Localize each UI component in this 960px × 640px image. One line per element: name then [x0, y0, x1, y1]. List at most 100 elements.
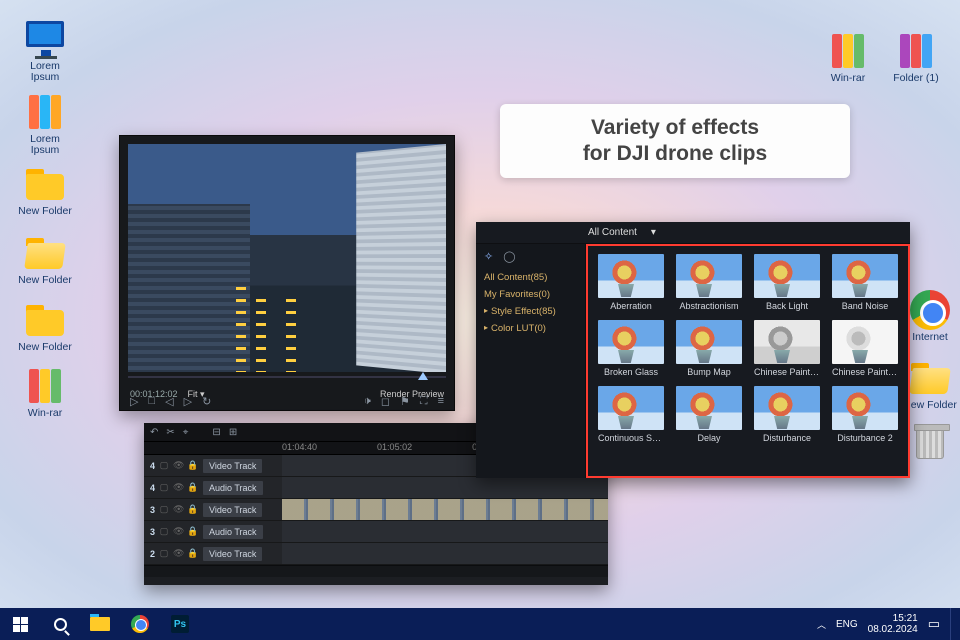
play-icon[interactable]: ▷ — [130, 395, 138, 408]
winrar-icon — [22, 366, 68, 406]
folder-icon — [22, 300, 68, 340]
prev-frame-icon[interactable]: ◁ — [165, 395, 173, 408]
timeline-track[interactable]: 3▢👁🔒Audio Track — [144, 521, 608, 543]
lock-icon[interactable]: 🔒 — [187, 548, 197, 559]
mute-icon[interactable]: ▢ — [159, 526, 169, 537]
track-lane[interactable] — [282, 499, 608, 520]
visibility-icon[interactable]: 👁 — [173, 548, 183, 559]
language-indicator[interactable]: ENG — [836, 619, 858, 630]
desktop-icon-folder[interactable]: Folder (1) — [886, 31, 946, 84]
zoom-out-icon[interactable]: ⊟ — [212, 427, 220, 438]
effects-category[interactable]: My Favorites (0) — [476, 286, 585, 303]
clock[interactable]: 15:21 08.02.2024 — [868, 613, 918, 635]
snapshot-icon[interactable]: ◻ — [381, 395, 390, 408]
track-lane[interactable] — [282, 477, 608, 498]
taskbar: Ps ︿ ENG 15:21 08.02.2024 ▭ — [0, 608, 960, 640]
volume-icon[interactable]: 🕩 — [364, 395, 371, 408]
effect-label: Disturbance — [754, 433, 820, 443]
effect-thumbnail[interactable]: Back Light — [754, 254, 820, 311]
mute-icon[interactable]: ▢ — [159, 460, 169, 471]
folder-open-icon — [907, 358, 953, 398]
marker-icon[interactable]: ⚑ — [400, 395, 410, 408]
effect-thumbnail[interactable]: Chinese Painting — [754, 320, 820, 377]
palette-icon[interactable]: ◯ — [503, 250, 515, 263]
track-type-label: Video Track — [203, 547, 262, 561]
track-lane[interactable] — [282, 521, 608, 542]
effect-label: Back Light — [754, 301, 820, 311]
desktop-icon-folder[interactable]: New Folder — [15, 164, 75, 217]
timeline-track[interactable]: 3▢👁🔒Video Track — [144, 499, 608, 521]
track-type-label: Audio Track — [203, 525, 263, 539]
effect-thumbnail[interactable]: Band Noise — [832, 254, 898, 311]
undo-icon[interactable]: ↶ — [150, 427, 158, 438]
effect-thumbnail[interactable]: Broken Glass — [598, 320, 664, 377]
desktop-icon-winrar[interactable]: Win-rar — [818, 31, 878, 84]
effects-category[interactable]: All Content (85) — [476, 269, 585, 286]
desktop-icon-binders[interactable]: Lorem Ipsum — [15, 92, 75, 156]
effect-thumbnail[interactable]: Chinese Painting — [832, 320, 898, 377]
balloon-thumbnail-icon — [676, 386, 742, 430]
tray-overflow-button[interactable]: ︿ — [817, 618, 826, 631]
cut-icon[interactable]: ✂ — [166, 427, 174, 438]
balloon-thumbnail-icon — [598, 254, 664, 298]
zoom-in-icon[interactable]: ⊞ — [229, 427, 237, 438]
lock-icon[interactable]: 🔒 — [187, 460, 197, 471]
mute-icon[interactable]: ▢ — [159, 548, 169, 559]
start-button[interactable] — [0, 608, 40, 640]
visibility-icon[interactable]: 👁 — [173, 482, 183, 493]
desktop-icon-computer[interactable]: Lorem Ipsum — [15, 19, 75, 83]
taskbar-photoshop[interactable]: Ps — [160, 608, 200, 640]
timeline-scrollbar[interactable] — [144, 565, 608, 577]
lock-icon[interactable]: 🔒 — [187, 504, 197, 515]
timeline-track[interactable]: 2▢👁🔒Video Track — [144, 543, 608, 565]
show-desktop-button[interactable] — [950, 608, 956, 640]
notifications-icon[interactable]: ▭ — [928, 616, 940, 632]
effect-label: Delay — [676, 433, 742, 443]
visibility-icon[interactable]: 👁 — [173, 504, 183, 515]
visibility-icon[interactable]: 👁 — [173, 460, 183, 471]
effect-thumbnail[interactable]: Disturbance 2 — [832, 386, 898, 443]
taskbar-explorer[interactable] — [80, 608, 120, 640]
effect-thumbnail[interactable]: Disturbance — [754, 386, 820, 443]
mute-icon[interactable]: ▢ — [159, 482, 169, 493]
effect-thumbnail[interactable]: Abstractionism — [676, 254, 742, 311]
preview-viewport[interactable] — [128, 144, 446, 372]
effect-label: Abstractionism — [676, 301, 742, 311]
effect-thumbnail[interactable]: Delay — [676, 386, 742, 443]
desktop-icon-folder-open[interactable]: New Folder — [15, 233, 75, 286]
track-index: 4 — [150, 483, 155, 493]
monitor-icon — [22, 19, 68, 59]
mute-icon[interactable]: ▢ — [159, 504, 169, 515]
search-button[interactable] — [40, 608, 80, 640]
effect-thumbnail[interactable]: Bump Map — [676, 320, 742, 377]
effect-label: Disturbance 2 — [832, 433, 898, 443]
stop-icon[interactable]: □ — [148, 395, 155, 408]
taskbar-chrome[interactable] — [120, 608, 160, 640]
settings-icon[interactable]: ≡ — [438, 395, 444, 408]
track-index: 3 — [150, 505, 155, 515]
folder-open-icon — [22, 233, 68, 273]
effects-category[interactable]: Color LUT (0) — [476, 320, 585, 337]
effects-category[interactable]: Style Effect (85) — [476, 303, 585, 320]
next-frame-icon[interactable]: ▷ — [184, 395, 192, 408]
fullscreen-icon[interactable]: ⛶ — [420, 395, 428, 408]
lock-icon[interactable]: 🔒 — [187, 482, 197, 493]
visibility-icon[interactable]: 👁 — [173, 526, 183, 537]
effect-thumbnail[interactable]: Continuous Shoot... — [598, 386, 664, 443]
effect-label: Broken Glass — [598, 367, 664, 377]
content-filter-dropdown[interactable]: All Content▾ — [588, 227, 656, 238]
track-lane[interactable] — [282, 543, 608, 564]
effect-thumbnail[interactable]: Aberration — [598, 254, 664, 311]
photoshop-icon: Ps — [171, 615, 189, 633]
desktop-icon-winrar[interactable]: Win-rar — [15, 366, 75, 419]
timeline-track[interactable]: 4 ▢ 👁 🔒 Audio Track — [144, 477, 608, 499]
loop-icon[interactable]: ↻ — [202, 395, 211, 408]
desktop-icon-folder[interactable]: New Folder — [15, 300, 75, 353]
wand-icon[interactable]: ✧ — [484, 250, 493, 263]
magnet-icon[interactable]: ⌖ — [183, 427, 189, 438]
track-type-label: Audio Track — [203, 481, 263, 495]
icon-label: Lorem Ipsum — [15, 61, 75, 83]
caption-line-2: for DJI drone clips — [583, 141, 767, 167]
icon-label: New Folder — [15, 342, 75, 353]
lock-icon[interactable]: 🔒 — [187, 526, 197, 537]
